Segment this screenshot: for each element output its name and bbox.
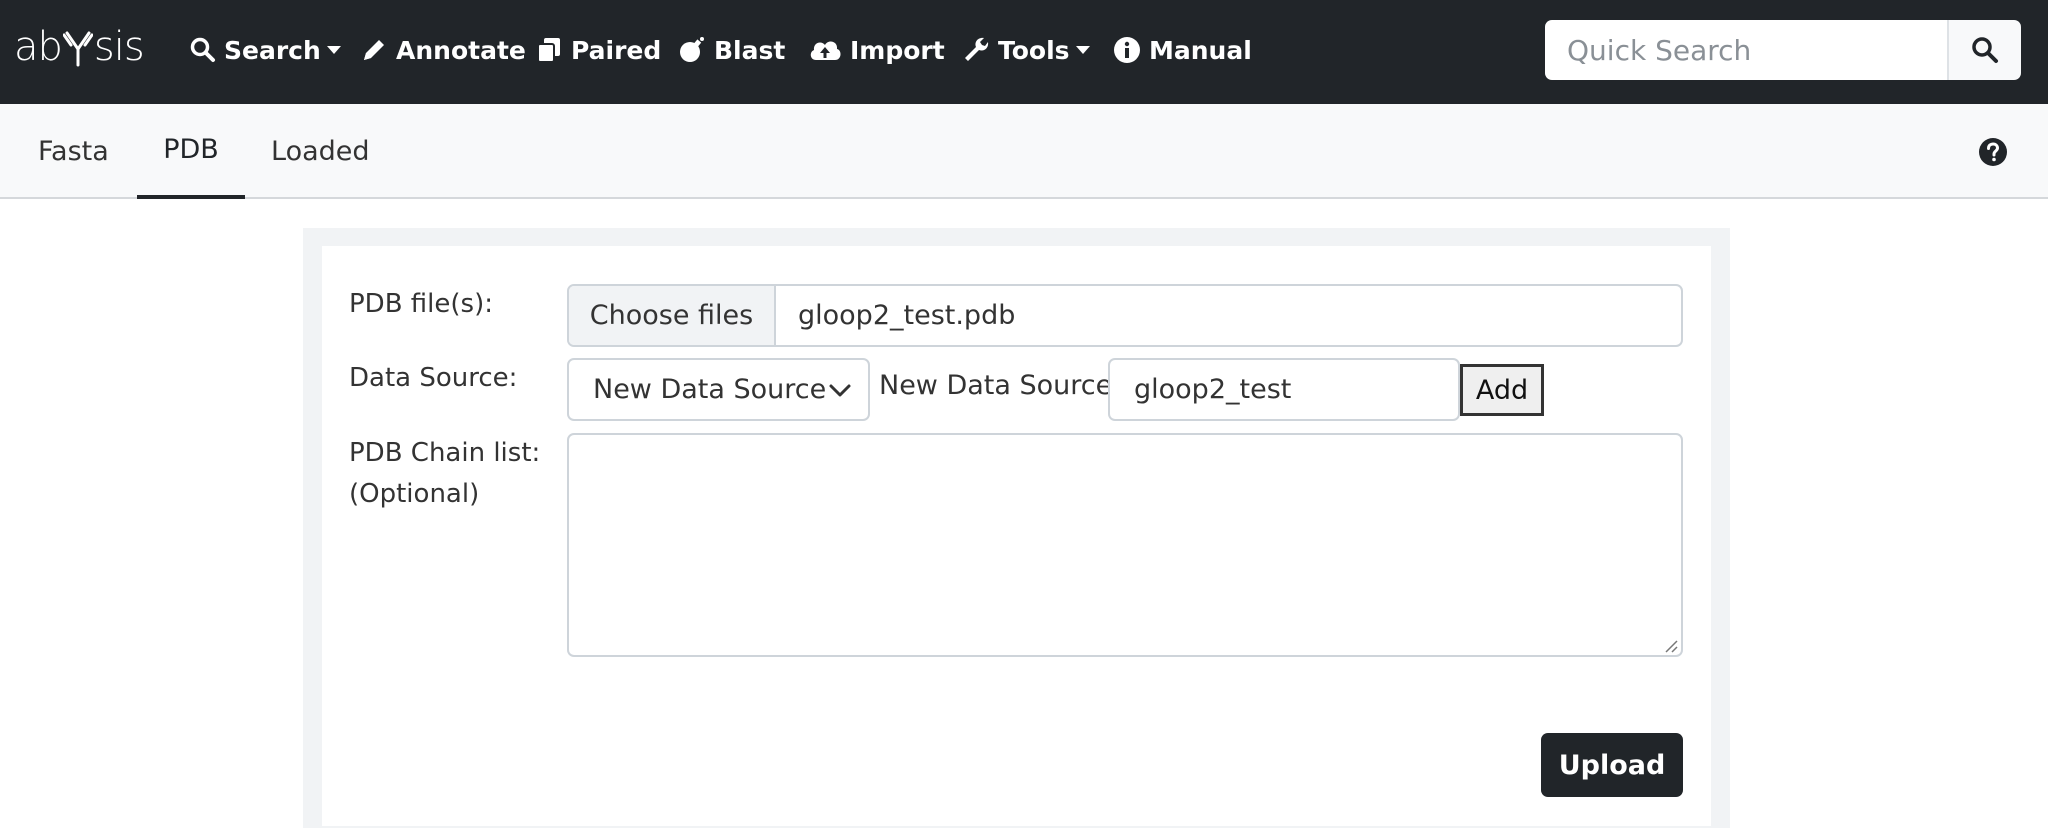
chevron-down-icon <box>326 46 341 54</box>
search-icon <box>1972 37 1998 63</box>
logo-text-start: ab <box>14 24 63 70</box>
antibody-y-icon <box>62 31 93 67</box>
info-icon <box>1114 37 1140 63</box>
pdb-file-input[interactable]: Choose files gloop2_test.pdb <box>567 284 1683 347</box>
optional-label: (Optional) <box>349 479 480 509</box>
nav-paired[interactable]: Paired <box>535 30 661 70</box>
pencil-icon <box>364 40 384 60</box>
nav-paired-label: Paired <box>571 35 662 65</box>
cloud-upload-icon <box>810 41 841 60</box>
add-data-source-button[interactable]: Add <box>1460 364 1544 416</box>
wrench-icon <box>965 37 989 61</box>
nav-search-label: Search <box>224 35 321 65</box>
help-button[interactable] <box>1978 137 2008 172</box>
pdb-chain-list-label: PDB Chain list: <box>349 438 541 468</box>
new-data-source-input[interactable] <box>1108 358 1460 421</box>
tab-loaded-label: Loaded <box>271 136 370 167</box>
tab-pdb-label: PDB <box>163 134 219 165</box>
chevron-down-icon <box>829 384 851 397</box>
quick-search-input[interactable] <box>1545 20 1947 80</box>
tab-pdb[interactable]: PDB <box>137 104 245 199</box>
logo-text-end: sis <box>93 24 145 70</box>
question-circle-icon <box>1979 138 2007 166</box>
nav-tools-label: Tools <box>998 35 1070 65</box>
tab-loaded[interactable]: Loaded <box>271 104 370 199</box>
quick-search-button[interactable] <box>1947 20 2021 80</box>
pdb-chain-list-textarea[interactable] <box>567 433 1683 657</box>
nav-import[interactable]: Import <box>808 30 945 70</box>
choose-files-button[interactable]: Choose files <box>569 286 776 345</box>
data-source-selected-value: New Data Source <box>593 374 827 405</box>
selected-file-name: gloop2_test.pdb <box>798 300 1016 331</box>
bomb-icon <box>680 37 704 62</box>
nav-annotate-label: Annotate <box>396 35 526 65</box>
copy-icon <box>537 38 560 63</box>
tab-fasta-label: Fasta <box>38 136 109 167</box>
abysis-logo[interactable]: ab sis <box>14 24 145 70</box>
chevron-down-icon <box>1075 46 1090 54</box>
search-icon <box>190 37 215 62</box>
upload-button[interactable]: Upload <box>1541 733 1683 797</box>
data-source-label: Data Source: <box>349 363 518 393</box>
tab-fasta[interactable]: Fasta <box>38 104 109 199</box>
data-source-select[interactable]: New Data Source <box>567 358 870 421</box>
new-data-source-label: New Data Source: <box>879 370 1122 401</box>
nav-tools[interactable]: Tools <box>962 30 1090 70</box>
nav-manual[interactable]: Manual <box>1113 30 1252 70</box>
nav-import-label: Import <box>850 35 945 65</box>
pdb-files-label: PDB file(s): <box>349 289 493 319</box>
top-navbar: ab sis Search Annotate Paired Blast Impo… <box>0 0 2048 104</box>
nav-manual-label: Manual <box>1149 35 1252 65</box>
nav-blast[interactable]: Blast <box>678 30 785 70</box>
tab-bar: Fasta PDB Loaded <box>0 104 2048 199</box>
nav-blast-label: Blast <box>714 35 786 65</box>
nav-search[interactable]: Search <box>190 30 341 70</box>
resize-handle-icon[interactable] <box>1663 638 1679 659</box>
nav-annotate[interactable]: Annotate <box>360 30 526 70</box>
